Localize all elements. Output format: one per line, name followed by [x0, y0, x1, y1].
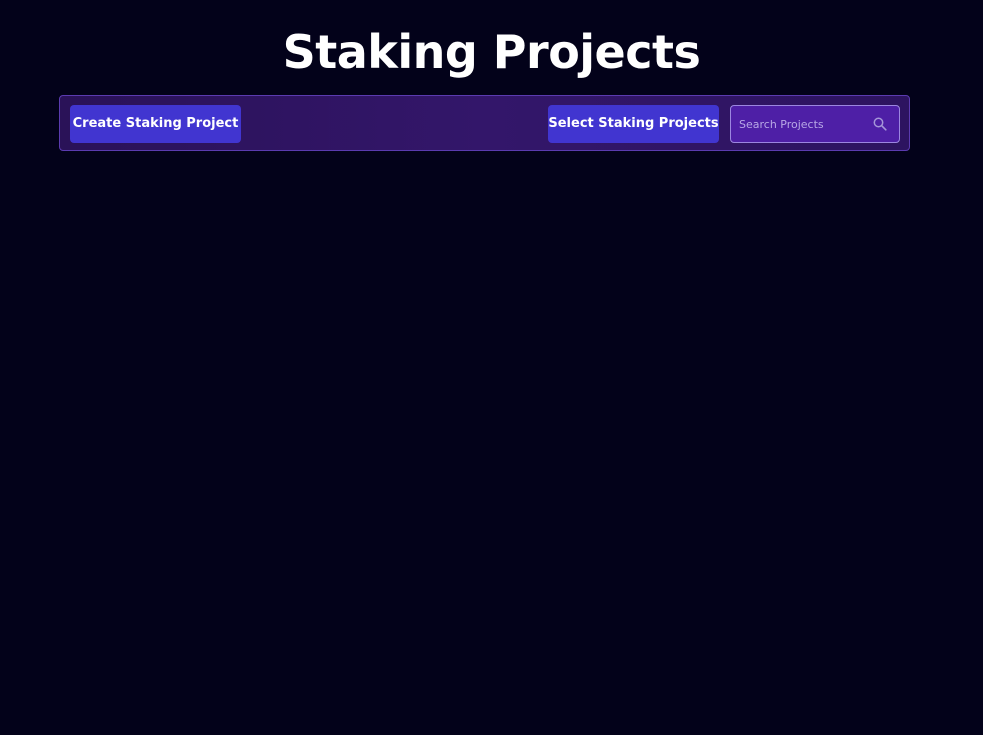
page-title: Staking Projects [282, 25, 701, 79]
toolbar: Create Staking Project Select Staking Pr… [59, 95, 910, 151]
search-icon[interactable] [873, 117, 887, 131]
search-input[interactable] [731, 106, 867, 142]
search-box[interactable] [730, 105, 900, 143]
create-staking-project-button[interactable]: Create Staking Project [70, 105, 241, 143]
select-staking-projects-button[interactable]: Select Staking Projects [548, 105, 719, 143]
